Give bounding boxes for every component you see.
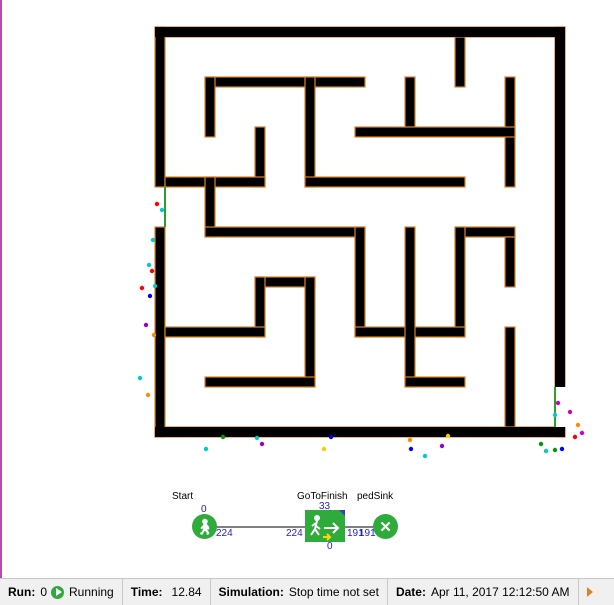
goto-bottom-count: 0 (327, 541, 333, 552)
pedestrian-dot (555, 400, 561, 406)
date-label: Date: (395, 585, 426, 599)
maze-wall (354, 226, 366, 338)
pedestrian-dot (154, 201, 160, 207)
maze-wall (154, 226, 166, 438)
start-out-count: 224 (216, 528, 233, 539)
simulation-value: Stop time not set (288, 585, 379, 599)
run-value: 0 (40, 585, 48, 599)
sink-block[interactable]: ✕ (373, 514, 398, 539)
time-value: 12.84 (171, 585, 202, 599)
maze-walls (154, 26, 566, 438)
maze-wall (304, 176, 466, 188)
pedestrian-dot (572, 434, 578, 440)
maze-wall (454, 36, 466, 88)
maze-wall (304, 276, 316, 388)
pedestrian-dot (552, 412, 558, 418)
pedestrian-dot (407, 437, 413, 443)
maze-wall (304, 76, 316, 188)
pedestrian-dot (445, 433, 451, 439)
pedestrian-dot (408, 446, 414, 452)
pedestrian-dot (328, 434, 334, 440)
maze-wall (504, 236, 516, 288)
pedestrian-dot (139, 285, 145, 291)
maze-wall (204, 76, 216, 138)
pedestrian-dot (559, 446, 565, 452)
pedestrian-dot (145, 392, 151, 398)
run-state: Running (69, 585, 114, 599)
pedestrian-dot (159, 207, 165, 213)
pedestrian-dot (543, 448, 549, 454)
pedestrian-dot (152, 283, 158, 289)
pedestrian-dot (259, 441, 265, 447)
goto-block[interactable] (305, 510, 345, 542)
start-label: Start (172, 491, 194, 502)
start-block[interactable]: 🚶︎ (192, 514, 217, 539)
pedestrian-dot (203, 446, 209, 452)
maze-wall (404, 226, 416, 388)
maze-frame (155, 27, 565, 37)
more-segment[interactable] (579, 579, 601, 605)
goto-in-count: 224 (286, 528, 303, 539)
more-arrow-icon[interactable] (586, 587, 593, 597)
pedestrian-dot (137, 375, 143, 381)
pedestrian-dot (147, 293, 153, 299)
maze-wall (154, 26, 166, 188)
simulation-label: Simulation: (218, 585, 284, 599)
play-icon[interactable] (51, 585, 65, 599)
maze-wall (404, 76, 416, 128)
maze-wall (164, 326, 266, 338)
simulation-segment: Simulation: Stop time not set (211, 579, 388, 605)
pedestrian-dot (220, 434, 226, 440)
date-value: Apr 11, 2017 12:12:50 AM (430, 585, 570, 599)
pedestrian-dot (149, 268, 155, 274)
pedestrian-dot (143, 322, 149, 328)
pedestrian-dot (575, 422, 581, 428)
pedestrian-dot (422, 453, 428, 459)
status-bar: Run: 0 Running Time: 12.84 Simulation: S… (0, 578, 614, 605)
close-x-icon: ✕ (379, 518, 392, 536)
pedestrian-dot (579, 430, 585, 436)
maze-wall (354, 126, 516, 138)
pedestrian-dot (321, 446, 327, 452)
walking-person-icon: 🚶︎ (194, 518, 215, 536)
pedestrian-dot (538, 441, 544, 447)
run-segment: Run: 0 Running (0, 579, 123, 605)
pedestrian-dot (552, 447, 558, 453)
sink-label: pedSink (357, 491, 394, 502)
maze-frame (155, 427, 565, 437)
time-segment: Time: 12.84 (123, 579, 211, 605)
pedestrian-dot (439, 443, 445, 449)
exit-arrow-icon (310, 510, 345, 541)
pedestrian-dot (254, 435, 260, 441)
maze-wall (204, 76, 366, 88)
maze-wall (204, 226, 366, 238)
maze-wall (454, 226, 466, 338)
maze-wall (504, 326, 516, 428)
maze-frame (555, 27, 565, 437)
maze-wall (204, 376, 316, 388)
pedestrian-dot (150, 237, 156, 243)
time-label: Time: (130, 585, 163, 599)
date-segment: Date: Apr 11, 2017 12:12:50 AM (388, 579, 579, 605)
pedestrian-dot (151, 332, 157, 338)
run-label: Run: (8, 585, 36, 599)
pedestrian-dot (146, 262, 152, 268)
pedestrian-dot (567, 409, 573, 415)
maze-wall (404, 376, 466, 388)
